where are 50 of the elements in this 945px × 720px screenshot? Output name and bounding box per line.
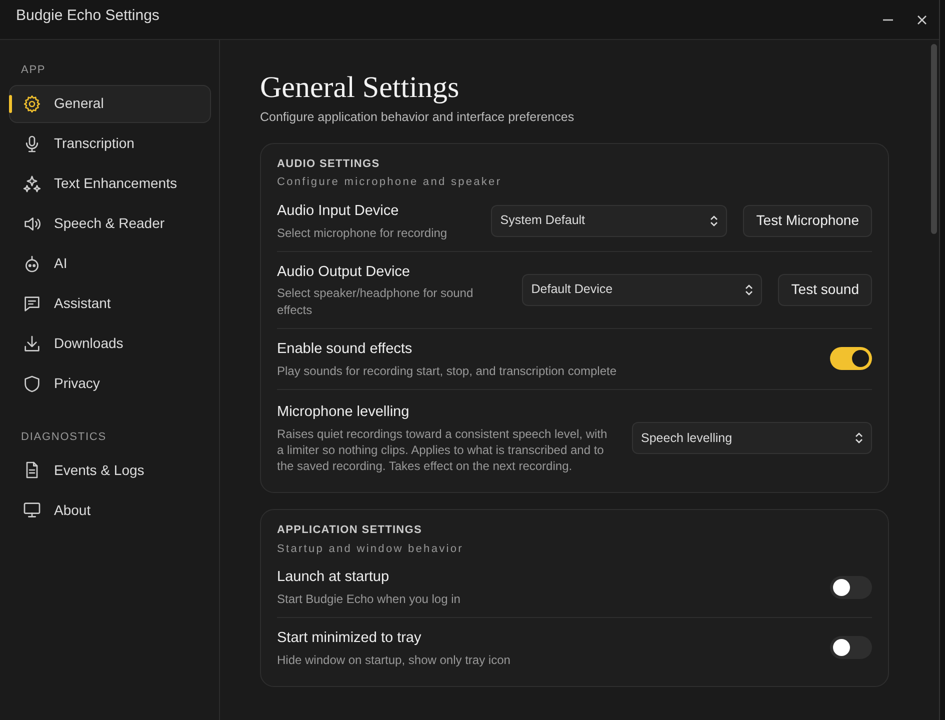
section-heading: DIAGNOSTICS	[20, 430, 108, 444]
sidebar-item[interactable]: General	[9, 84, 211, 122]
toggle-switch[interactable]	[830, 576, 872, 599]
chevron-icon	[745, 284, 754, 296]
download-icon	[22, 334, 42, 354]
card-subtitle: Configure microphone and speaker	[277, 175, 503, 190]
sidebar-item[interactable]: About	[9, 491, 211, 529]
setting-description: Select microphone for recording	[277, 224, 448, 241]
card-subtitle: Startup and window behavior	[277, 542, 464, 557]
card-title: APPLICATION SETTINGS	[277, 523, 424, 538]
window-title: Budgie Echo Settings	[15, 6, 160, 26]
chevron-icon	[710, 214, 718, 227]
setting-description: Play sounds for recording start, stop, and transcription complete	[277, 362, 618, 379]
chat-icon	[22, 294, 42, 314]
sparkles-icon	[22, 174, 42, 194]
dropdown-select[interactable]: System Default	[491, 204, 728, 237]
chevron-icon	[855, 432, 863, 444]
sidebar-item[interactable]: Text Enhancements	[9, 164, 211, 202]
shield-icon	[22, 374, 42, 394]
setting-label: Start minimized to tray	[277, 629, 422, 648]
sidebar-item[interactable]: Privacy	[9, 364, 211, 402]
setting-description: Start Budgie Echo when you log in	[277, 590, 462, 607]
sidebar-item[interactable]: Transcription	[9, 124, 211, 162]
close-icon	[916, 14, 928, 26]
sidebar-item[interactable]: Downloads	[9, 324, 211, 362]
test-button[interactable]: Test Microphone	[743, 204, 872, 237]
sidebar-item[interactable]: Events & Logs	[9, 451, 211, 489]
test-button[interactable]: Test sound	[778, 274, 872, 306]
setting-label: Audio Output Device	[277, 262, 411, 282]
section-heading: APP	[20, 63, 47, 78]
page-title: General Settings	[260, 70, 460, 106]
card-title: AUDIO SETTINGS	[277, 156, 381, 172]
sidebar-item[interactable]: Assistant	[9, 284, 211, 322]
dropdown-select[interactable]: Default Device	[522, 274, 762, 306]
gear-icon	[22, 94, 42, 114]
setting-description: Select speaker/headphone for sound effects	[277, 285, 474, 318]
setting-label: Audio Input Device	[277, 202, 400, 221]
dropdown-select[interactable]: Speech levelling	[632, 422, 872, 454]
setting-description: Raises quiet recordings toward a consistent speech level, with a limiter so nothing clips. Applies to what is transcribed and to the saved recording. Takes effect on the next recording.	[277, 426, 608, 474]
sidebar-item[interactable]: Speech & Reader	[9, 204, 211, 242]
monitor-icon	[22, 500, 42, 520]
setting-label: Launch at startup	[277, 568, 390, 588]
scrollbar-thumb[interactable]	[931, 44, 937, 234]
setting-label: Microphone levelling	[277, 402, 410, 422]
page-subtitle: Configure application behavior and interface preferences	[260, 109, 576, 126]
toggle-switch[interactable]	[830, 347, 872, 370]
toggle-switch[interactable]	[830, 636, 872, 660]
sidebar-item[interactable]: AI	[9, 244, 211, 282]
setting-label: Enable sound effects	[277, 340, 414, 359]
setting-description: Hide window on startup, show only tray icon	[277, 652, 512, 668]
